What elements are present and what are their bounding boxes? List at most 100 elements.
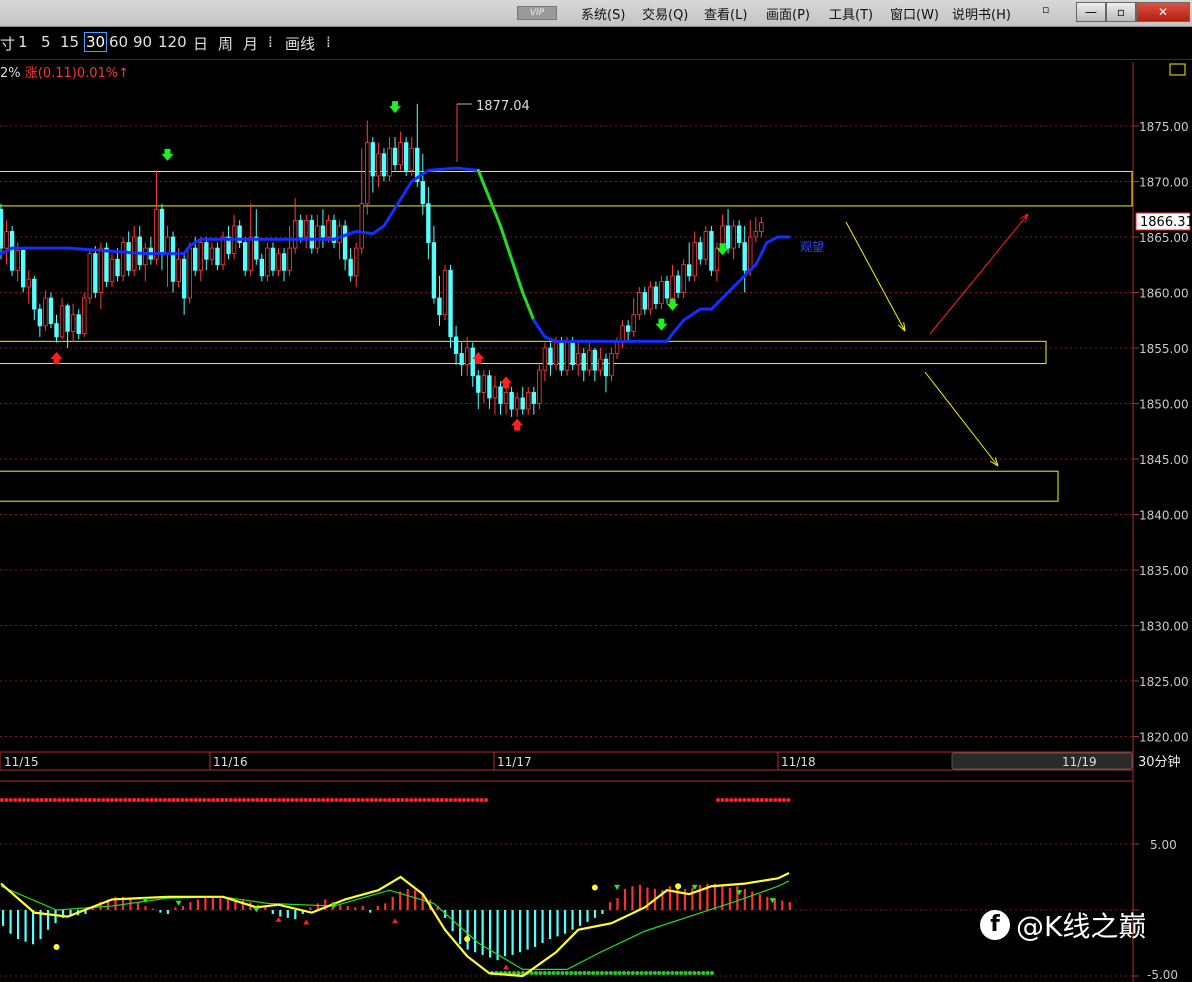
histogram-bar [511, 910, 514, 955]
histogram-bar [31, 910, 35, 945]
candle-body [348, 258, 353, 277]
status-dot [365, 798, 370, 802]
histogram-bar [286, 910, 289, 918]
status-dot [114, 798, 119, 802]
status-dot [426, 798, 431, 802]
status-dot [158, 798, 163, 802]
candle-body [603, 358, 609, 377]
status-dot [608, 971, 613, 975]
status-dot [462, 798, 466, 802]
candle-body [120, 242, 126, 277]
histogram-bar [414, 890, 417, 910]
buy-arrow-icon [50, 352, 63, 364]
status-dot [755, 798, 760, 802]
histogram-bar [204, 898, 207, 910]
indicator-tick-pos: 5.00 [1150, 838, 1177, 852]
watermark-logo-icon: f [980, 910, 1010, 940]
candle-body [670, 275, 675, 299]
ma-segment [454, 166, 480, 172]
candle-body [703, 231, 709, 260]
candle-body [104, 247, 109, 282]
status-dot [26, 798, 31, 802]
histogram-bar [586, 910, 589, 922]
status-dot [470, 798, 475, 802]
candle-body [154, 208, 159, 260]
status-dot [4, 798, 9, 802]
status-dot [127, 798, 132, 802]
status-dot [356, 798, 361, 802]
status-dot [378, 798, 383, 802]
candle-body [137, 236, 142, 266]
ma-segment [543, 335, 558, 343]
histogram-bar [766, 896, 769, 910]
status-dot [13, 798, 18, 802]
candle-body [304, 219, 309, 238]
date-axis: 11/15 11/16 11/17 11/18 11/19 30分钟 [0, 752, 1181, 770]
candle-body [0, 208, 4, 249]
candle-body [531, 391, 536, 404]
histogram-bar [24, 910, 27, 942]
status-dot [595, 971, 600, 975]
candle-body [281, 253, 287, 271]
status-dot [724, 798, 729, 802]
candle-body [487, 375, 492, 399]
scrollbar-track[interactable] [951, 752, 1133, 770]
candle-body [548, 347, 553, 366]
status-dot [136, 798, 141, 802]
status-dot [751, 798, 756, 802]
histogram-bar [339, 904, 342, 910]
status-dot [742, 798, 747, 802]
price-tick-label: 1865.00 [1139, 231, 1189, 245]
histogram-bar [698, 884, 702, 910]
watch-label: 观望 [800, 240, 824, 254]
histogram-bar [503, 910, 507, 957]
candle-body [431, 242, 437, 299]
histogram-bar [556, 910, 559, 937]
status-dot [105, 798, 110, 802]
price-zone [0, 340, 1047, 365]
status-dot [782, 798, 786, 802]
histogram-bar [743, 888, 746, 910]
candle-body [514, 397, 520, 410]
buy-arrow-icon [511, 418, 524, 431]
status-dot [479, 798, 484, 802]
status-dot [347, 798, 352, 802]
candle-body [614, 342, 620, 354]
date-label-1115: 11/15 [4, 755, 39, 769]
status-dot [582, 971, 587, 975]
status-dot [118, 798, 123, 802]
date-label-1119: 11/19 [1062, 755, 1097, 769]
candle-body [76, 314, 81, 334]
candle-body [98, 247, 104, 293]
panel-toggle-icon[interactable] [1169, 63, 1186, 76]
status-dot [198, 798, 202, 802]
status-dot [764, 798, 769, 802]
status-dot [88, 798, 92, 802]
status-dot [96, 798, 101, 802]
kline-chart[interactable]: 1875.00 1870.00 1865.00 1860.00 1855.00 1850.… [0, 0, 1192, 982]
ma-segment [732, 274, 747, 289]
sell-arrow-icon [655, 318, 668, 331]
status-dot [8, 798, 13, 802]
histogram-bar [196, 899, 200, 910]
status-dot [39, 798, 44, 802]
status-dot [733, 798, 738, 802]
candle-body [109, 258, 115, 282]
status-dot [180, 798, 185, 802]
sell-arrow-icon [389, 101, 402, 114]
price-zone [0, 470, 1059, 502]
histogram-bar [226, 899, 229, 910]
price-tick-label: 1845.00 [1139, 453, 1189, 467]
candle-body [520, 397, 525, 410]
status-dot [57, 798, 62, 802]
histogram-bar [181, 906, 185, 910]
up-marker-icon [275, 916, 282, 922]
cross-marker [53, 943, 60, 950]
ma-segment [410, 168, 430, 183]
status-dot [573, 971, 578, 975]
date-label-1118: 11/18 [781, 755, 816, 769]
status-dot [61, 798, 66, 802]
ma-segment [709, 296, 724, 311]
candle-body [143, 247, 148, 266]
status-dot [560, 971, 565, 975]
